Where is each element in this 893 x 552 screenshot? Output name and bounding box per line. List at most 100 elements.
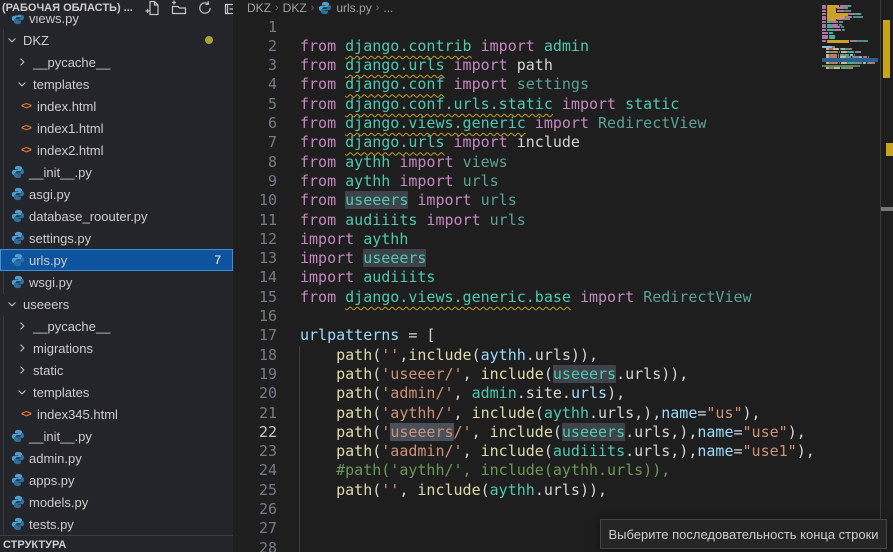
code-token: 'aythh/': [381, 404, 453, 422]
tree-item--pycache-[interactable]: __pycache__: [0, 51, 233, 73]
tree-item-label: __pycache__: [33, 55, 110, 70]
code-token: aythh: [544, 404, 589, 422]
minimap-segment: [840, 5, 847, 7]
code-line-5[interactable]: from django.conf.urls.static import stat…: [300, 95, 815, 114]
tree-item-admin-py[interactable]: admin.py: [0, 447, 233, 469]
workspace-section-header[interactable]: (РАБОЧАЯ ОБЛАСТЬ) ...: [0, 0, 233, 15]
minimap-segment: [848, 62, 855, 64]
overview-ruler[interactable]: [881, 0, 893, 552]
code-line-19[interactable]: path('useeer/', include(useeers.urls)),: [300, 365, 815, 384]
minimap-segment: [841, 26, 844, 28]
chevron-right-icon: [16, 54, 28, 70]
code-line-13[interactable]: import useeers: [300, 249, 815, 268]
tree-item-asgi-py[interactable]: asgi.py: [0, 183, 233, 205]
code-line-18[interactable]: path('',include(aythh.urls)),: [300, 346, 815, 365]
code-line-10[interactable]: from useeers import urls: [300, 191, 815, 210]
code-line-3[interactable]: from django.urls import path: [300, 56, 815, 75]
code-line-21[interactable]: path('aythh/', include(aythh.urls,),name…: [300, 404, 815, 423]
code-line-26[interactable]: [300, 500, 815, 519]
code-line-14[interactable]: import audiiits: [300, 268, 815, 287]
tree-item-tests-py[interactable]: tests.py: [0, 513, 233, 535]
code-line-4[interactable]: from django.conf import settings: [300, 75, 815, 94]
tree-item-dkz[interactable]: DKZ: [0, 29, 233, 51]
code-line-22[interactable]: path('useeers/', include(useeers.urls,),…: [300, 423, 815, 442]
code-line-2[interactable]: from django.contrib import admin: [300, 37, 815, 56]
eol-tooltip-text: Выберите последовательность конца строки: [608, 527, 878, 542]
outline-section-header[interactable]: СТРУКТУРА: [0, 535, 233, 552]
code-token: [300, 481, 336, 499]
python-file-icon: [11, 473, 25, 487]
code-line-24[interactable]: #path('aythh/', include(aythh.urls)),: [300, 461, 815, 480]
code-line-9[interactable]: from aythh import urls: [300, 172, 815, 191]
new-folder-icon[interactable]: [171, 0, 187, 16]
tree-item-index345-html[interactable]: <>index345.html: [0, 403, 233, 425]
breadcrumb-item[interactable]: DKZ: [247, 1, 271, 15]
code-token: .urls,),: [589, 404, 661, 422]
code-token: import: [300, 268, 363, 286]
minimap-segment: [822, 29, 826, 31]
code-line-15[interactable]: from django.views.generic.base import Re…: [300, 288, 815, 307]
tree-item-urls-py[interactable]: urls.py7: [0, 249, 233, 271]
code-line-1[interactable]: [300, 18, 815, 37]
tree-item-apps-py[interactable]: apps.py: [0, 469, 233, 491]
refresh-icon[interactable]: [197, 0, 213, 16]
tree-item-migrations[interactable]: migrations: [0, 337, 233, 359]
tree-item--pycache-[interactable]: __pycache__: [0, 315, 233, 337]
minimap-segment: [833, 48, 839, 50]
code-line-17[interactable]: urlpatterns = [: [300, 326, 815, 345]
minimap-segment: [829, 32, 833, 34]
code-token: [300, 384, 336, 402]
code-line-25[interactable]: path('', include(aythh.urls)),: [300, 481, 815, 500]
new-file-icon[interactable]: [145, 0, 161, 16]
code-token: from: [300, 191, 345, 209]
collapse-all-icon[interactable]: [223, 0, 233, 16]
tree-item-index-html[interactable]: <>index.html: [0, 95, 233, 117]
code-line-12[interactable]: import aythh: [300, 230, 815, 249]
code-line-8[interactable]: from aythh import views: [300, 153, 815, 172]
code-area[interactable]: from django.contrib import adminfrom dja…: [300, 16, 815, 552]
tree-item-index1-html[interactable]: <>index1.html: [0, 117, 233, 139]
code-token: audiiits: [363, 268, 435, 286]
code-token: aythh: [345, 153, 390, 171]
tree-item-useeers[interactable]: useeers: [0, 293, 233, 315]
line-number: 7: [233, 133, 277, 152]
code-token: (: [553, 423, 562, 441]
minimap-segment: [868, 62, 873, 64]
code-token: (: [372, 404, 381, 422]
tree-item-models-py[interactable]: models.py: [0, 491, 233, 513]
minimap[interactable]: [822, 2, 878, 78]
code-token: name: [697, 423, 733, 441]
code-line-20[interactable]: path('admin/', admin.site.urls),: [300, 384, 815, 403]
code-token: name: [697, 442, 733, 460]
code-line-16[interactable]: [300, 307, 815, 326]
breadcrumb-item[interactable]: ...: [383, 1, 393, 15]
code-token: ),: [797, 442, 815, 460]
tree-item-database-roouter-py[interactable]: database_roouter.py: [0, 205, 233, 227]
code-token: import: [445, 133, 517, 151]
code-line-7[interactable]: from django.urls import include: [300, 133, 815, 152]
tree-item--init-py[interactable]: __init__.py: [0, 161, 233, 183]
minimap-current-line-band: [822, 58, 878, 62]
tree-item-templates[interactable]: templates: [0, 73, 233, 95]
python-file-icon: [11, 275, 25, 289]
tree-item-static[interactable]: static: [0, 359, 233, 381]
tree-item-settings-py[interactable]: settings.py: [0, 227, 233, 249]
minimap-segment: [845, 48, 852, 50]
minimap-segment: [827, 21, 831, 23]
minimap-segment: [822, 7, 826, 9]
code-line-23[interactable]: path('aadmin/', include(audiiits.urls,),…: [300, 442, 815, 461]
breadcrumb-item[interactable]: urls.py: [336, 1, 371, 15]
breadcrumb-item[interactable]: DKZ: [283, 1, 307, 15]
minimap-segment: [839, 24, 842, 26]
python-file-icon: [11, 495, 25, 509]
code-token: '': [381, 481, 399, 499]
tree-item--init-py[interactable]: __init__.py: [0, 425, 233, 447]
minimap-segment: [837, 7, 844, 9]
tree-item-index2-html[interactable]: <>index2.html: [0, 139, 233, 161]
tree-item-wsgi-py[interactable]: wsgi.py: [0, 271, 233, 293]
code-line-6[interactable]: from django.views.generic import Redirec…: [300, 114, 815, 133]
tree-item-templates[interactable]: templates: [0, 381, 233, 403]
code-line-11[interactable]: from audiiits import urls: [300, 211, 815, 230]
minimap-segment: [841, 48, 845, 50]
code-token: include: [517, 133, 580, 151]
